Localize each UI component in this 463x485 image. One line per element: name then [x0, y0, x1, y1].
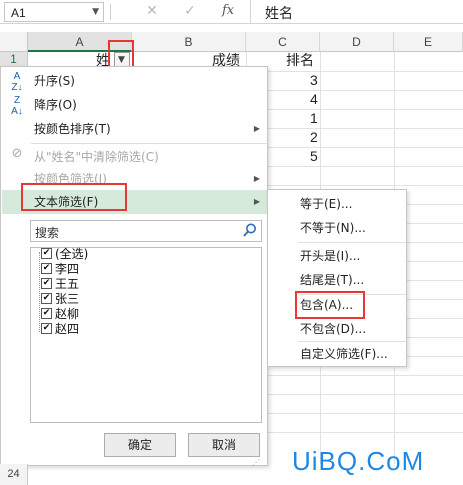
grid-line	[405, 337, 463, 338]
sort-descending-icon: Z A↓	[11, 95, 23, 117]
ok-button[interactable]: 确定	[104, 433, 176, 457]
grid-line	[268, 413, 463, 414]
name-box-value: A1	[11, 6, 26, 20]
grid-line	[268, 90, 463, 91]
cancel-button[interactable]: 取消	[188, 433, 260, 457]
submenu-item-equals[interactable]: 等于(E)...	[300, 194, 352, 214]
checkbox-checked-icon[interactable]: ✔	[41, 293, 52, 304]
checkbox-checked-icon[interactable]: ✔	[41, 248, 52, 259]
sort-ascending-icon: A Z↓	[11, 71, 23, 93]
menu-item-sort-desc[interactable]: Z A↓ 降序(O)	[2, 93, 268, 117]
grid-line	[268, 109, 463, 110]
text-filter-submenu: 等于(E)... 不等于(N)... 开头是(I)... 结尾是(T)... 包…	[267, 189, 407, 367]
menu-item-clear-filter: ⊘ 从"姓名"中清除筛选(C)	[2, 145, 268, 169]
cell-c4[interactable]: 1	[310, 109, 318, 128]
grid-line	[268, 185, 463, 186]
enter-entry-icon[interactable]: ✓	[180, 3, 200, 21]
submenu-arrow-icon: ▶	[253, 197, 260, 206]
grid-line	[405, 261, 463, 262]
grid-line	[268, 394, 463, 395]
tree-connector	[39, 252, 40, 332]
cancel-entry-icon[interactable]: ✕	[142, 3, 162, 21]
grid-line	[268, 166, 463, 167]
highlight-box-text-filter	[21, 183, 127, 211]
checkbox-checked-icon[interactable]: ✔	[41, 323, 52, 334]
formula-input[interactable]: 姓名	[250, 0, 463, 24]
column-header-c[interactable]: C	[246, 32, 320, 52]
grid-line	[405, 223, 463, 224]
search-icon[interactable]	[242, 222, 258, 238]
grid-line	[405, 204, 463, 205]
insert-function-button[interactable]: fx	[222, 3, 234, 18]
grid-line	[268, 128, 463, 129]
submenu-item-begins-with[interactable]: 开头是(I)...	[300, 246, 360, 266]
grid-line	[268, 375, 463, 376]
submenu-item-ends-with[interactable]: 结尾是(T)...	[300, 270, 364, 290]
grid-line	[405, 318, 463, 319]
search-placeholder: 搜索	[35, 226, 60, 240]
submenu-arrow-icon: ▶	[253, 174, 260, 183]
submenu-item-custom-filter[interactable]: 自定义筛选(F)...	[300, 344, 388, 364]
row-header-24[interactable]: 24	[0, 464, 28, 485]
name-box[interactable]: A1 ▼	[4, 2, 104, 22]
grid-line	[405, 356, 463, 357]
submenu-separator	[298, 341, 406, 342]
checkbox-checked-icon[interactable]: ✔	[41, 278, 52, 289]
grid-line	[268, 147, 463, 148]
value-list: ✔ (全选) ✔ 李四 ✔ 王五 ✔ 张三 ✔ 赵柳 ✔ 赵四	[30, 247, 262, 423]
highlight-box-contains	[295, 291, 365, 319]
menu-separator	[31, 143, 267, 144]
select-all-corner[interactable]	[0, 32, 28, 52]
submenu-item-not-contains[interactable]: 不包含(D)...	[300, 319, 366, 339]
grid-line	[268, 432, 463, 433]
name-box-dropdown-icon[interactable]: ▼	[92, 7, 99, 17]
menu-item-sort-by-color[interactable]: 按颜色排序(T) ▶	[2, 117, 268, 141]
formula-content: 姓名	[265, 6, 293, 22]
column-header-b[interactable]: B	[132, 32, 246, 52]
grid-line	[405, 242, 463, 243]
clear-filter-icon: ⊘	[11, 145, 23, 160]
menu-item-sort-asc[interactable]: A Z↓ 升序(S)	[2, 69, 268, 93]
grid-line	[405, 299, 463, 300]
column-header-e[interactable]: E	[394, 32, 463, 52]
resize-grip-icon[interactable]: ⋰	[252, 458, 264, 467]
submenu-item-not-equals[interactable]: 不等于(N)...	[300, 218, 366, 238]
formula-separator	[110, 4, 111, 20]
grid-line	[405, 280, 463, 281]
checkbox-checked-icon[interactable]: ✔	[41, 263, 52, 274]
cell-c3[interactable]: 4	[310, 90, 318, 109]
formula-bar: A1 ▼ ✕ ✓ fx 姓名	[0, 0, 463, 24]
search-input[interactable]: 搜索	[30, 220, 262, 242]
watermark: UiBQ.CoM	[292, 446, 425, 476]
checkbox-checked-icon[interactable]: ✔	[41, 308, 52, 319]
grid-line	[268, 71, 463, 72]
submenu-arrow-icon: ▶	[253, 124, 260, 133]
cell-c6[interactable]: 5	[310, 147, 318, 166]
column-header-d[interactable]: D	[320, 32, 394, 52]
cell-c1[interactable]: 排名	[286, 52, 314, 71]
cell-c5[interactable]: 2	[310, 128, 318, 147]
submenu-separator	[298, 242, 406, 243]
cell-c2[interactable]: 3	[310, 71, 318, 90]
